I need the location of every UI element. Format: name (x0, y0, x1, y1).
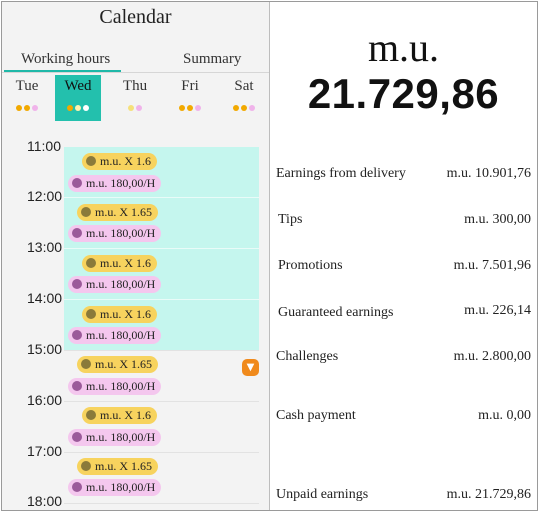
rate-chip[interactable]: m.u. 180,00/H (68, 225, 162, 242)
unpaid-earnings-label: Unpaid earnings (276, 487, 369, 502)
coin-icon (81, 207, 91, 217)
unpaid-earnings-value: m.u. 21.729,86 (446, 487, 531, 502)
day-thu[interactable]: Thu (112, 75, 158, 121)
rate-chip[interactable]: m.u. 180,00/H (68, 479, 162, 496)
rate-chip[interactable]: m.u. 180,00/H (68, 175, 162, 192)
multiplier-chip[interactable]: m.u. X 1.6 (82, 255, 157, 272)
hour-line (64, 452, 259, 453)
guaranteed-earnings-value: m.u. 226,14 (464, 303, 531, 318)
challenges-label: Challenges (276, 349, 339, 364)
time-label: 13:00 (27, 239, 63, 255)
multiplier-chip[interactable]: m.u. X 1.6 (82, 407, 157, 424)
coin-icon (86, 156, 96, 166)
tab-divider (2, 72, 269, 73)
time-label: 16:00 (27, 392, 63, 408)
day-sat[interactable]: Sat (221, 75, 267, 121)
day-label: Tue (15, 78, 39, 94)
hour-line (64, 248, 259, 249)
calendar-panel: Calendar Working hours Summary Tue Wed T… (2, 2, 269, 510)
challenges-value: m.u. 2.800,00 (453, 349, 531, 364)
day-indicator-dots (221, 99, 267, 111)
app-frame: Calendar Working hours Summary Tue Wed T… (1, 1, 538, 511)
hour-line (64, 401, 259, 402)
currency-label: m.u. (367, 25, 440, 70)
coin-icon (86, 410, 96, 420)
multiplier-chip[interactable]: m.u. X 1.6 (82, 153, 157, 170)
multiplier-chip[interactable]: m.u. X 1.65 (77, 458, 158, 475)
day-label: Thu (122, 78, 148, 94)
day-tue[interactable]: Tue (4, 75, 50, 121)
promotions-value: m.u. 7.501,96 (453, 258, 531, 273)
coin-icon (86, 309, 96, 319)
time-label: 12:00 (27, 188, 63, 204)
clock-icon (72, 178, 82, 188)
summary-panel: m.u. 21.729,86 Earnings from delivery m.… (270, 2, 537, 510)
tab-working-hours[interactable]: Working hours (21, 51, 110, 68)
hour-line (64, 197, 259, 198)
time-label: 14:00 (27, 290, 63, 306)
day-label: Fri (181, 78, 199, 94)
rate-chip[interactable]: m.u. 180,00/H (68, 327, 162, 344)
clock-icon (72, 432, 82, 442)
guaranteed-earnings-label: Guaranteed earnings (278, 305, 394, 320)
hour-line (64, 299, 259, 300)
hour-line (64, 350, 259, 351)
total-earnings: 21.729,86 (307, 70, 500, 117)
day-indicator-dots (112, 99, 158, 111)
promotions-label: Promotions (278, 258, 343, 273)
rate-chip[interactable]: m.u. 180,00/H (68, 276, 162, 293)
coin-icon (81, 359, 91, 369)
clock-icon (72, 482, 82, 492)
cash-payment-label: Cash payment (276, 408, 356, 423)
clock-icon (72, 279, 82, 289)
hour-line (64, 503, 259, 504)
tips-label: Tips (278, 212, 303, 227)
time-label: 15:00 (27, 341, 63, 357)
tips-value: m.u. 300,00 (464, 212, 531, 227)
day-fri[interactable]: Fri (167, 75, 213, 121)
multiplier-chip[interactable]: m.u. X 1.6 (82, 306, 157, 323)
day-indicator-dots (55, 99, 101, 111)
multiplier-chip[interactable]: m.u. X 1.65 (77, 356, 158, 373)
day-indicator-dots (4, 99, 50, 111)
multiplier-chip[interactable]: m.u. X 1.65 (77, 204, 158, 221)
rate-chip[interactable]: m.u. 180,00/H (68, 378, 162, 395)
clock-icon (72, 330, 82, 340)
time-label: 17:00 (27, 443, 63, 459)
alert-icon[interactable]: ▼ (242, 359, 259, 376)
clock-icon (72, 228, 82, 238)
day-wed[interactable]: Wed (55, 75, 101, 121)
coin-icon (86, 258, 96, 268)
day-label: Sat (234, 78, 254, 94)
earnings-delivery-value: m.u. 10.901,76 (446, 166, 531, 181)
time-label: 18:00 (27, 493, 63, 509)
rate-chip[interactable]: m.u. 180,00/H (68, 429, 162, 446)
time-label: 11:00 (27, 138, 61, 154)
clock-icon (72, 381, 82, 391)
earnings-delivery-label: Earnings from delivery (276, 166, 406, 181)
day-indicator-dots (167, 99, 213, 111)
cash-payment-value: m.u. 0,00 (478, 408, 531, 423)
calendar-title: Calendar (99, 6, 172, 28)
day-label: Wed (64, 78, 92, 94)
coin-icon (81, 461, 91, 471)
tab-summary[interactable]: Summary (183, 51, 241, 68)
